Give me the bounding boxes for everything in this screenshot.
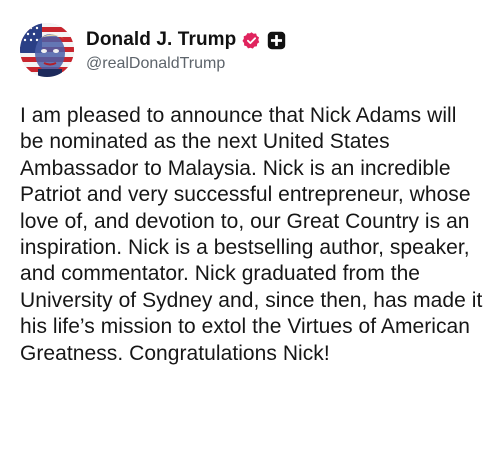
author-info: Donald J. Trump @realDonaldTrump [86, 27, 286, 73]
author-display-name[interactable]: Donald J. Trump [86, 29, 236, 51]
avatar[interactable] [20, 23, 74, 77]
post-header: Donald J. Trump @realDonaldTrump [20, 20, 286, 80]
avatar-image [20, 23, 74, 77]
verified-badge-icon [242, 31, 261, 50]
author-handle[interactable]: @realDonaldTrump [86, 55, 286, 73]
plus-badge-icon [267, 31, 286, 50]
name-row: Donald J. Trump [86, 27, 286, 53]
post-text: I am pleased to announce that Nick Adams… [20, 104, 483, 365]
post-card: Donald J. Trump @realDonaldTrump I am pl… [0, 0, 500, 472]
